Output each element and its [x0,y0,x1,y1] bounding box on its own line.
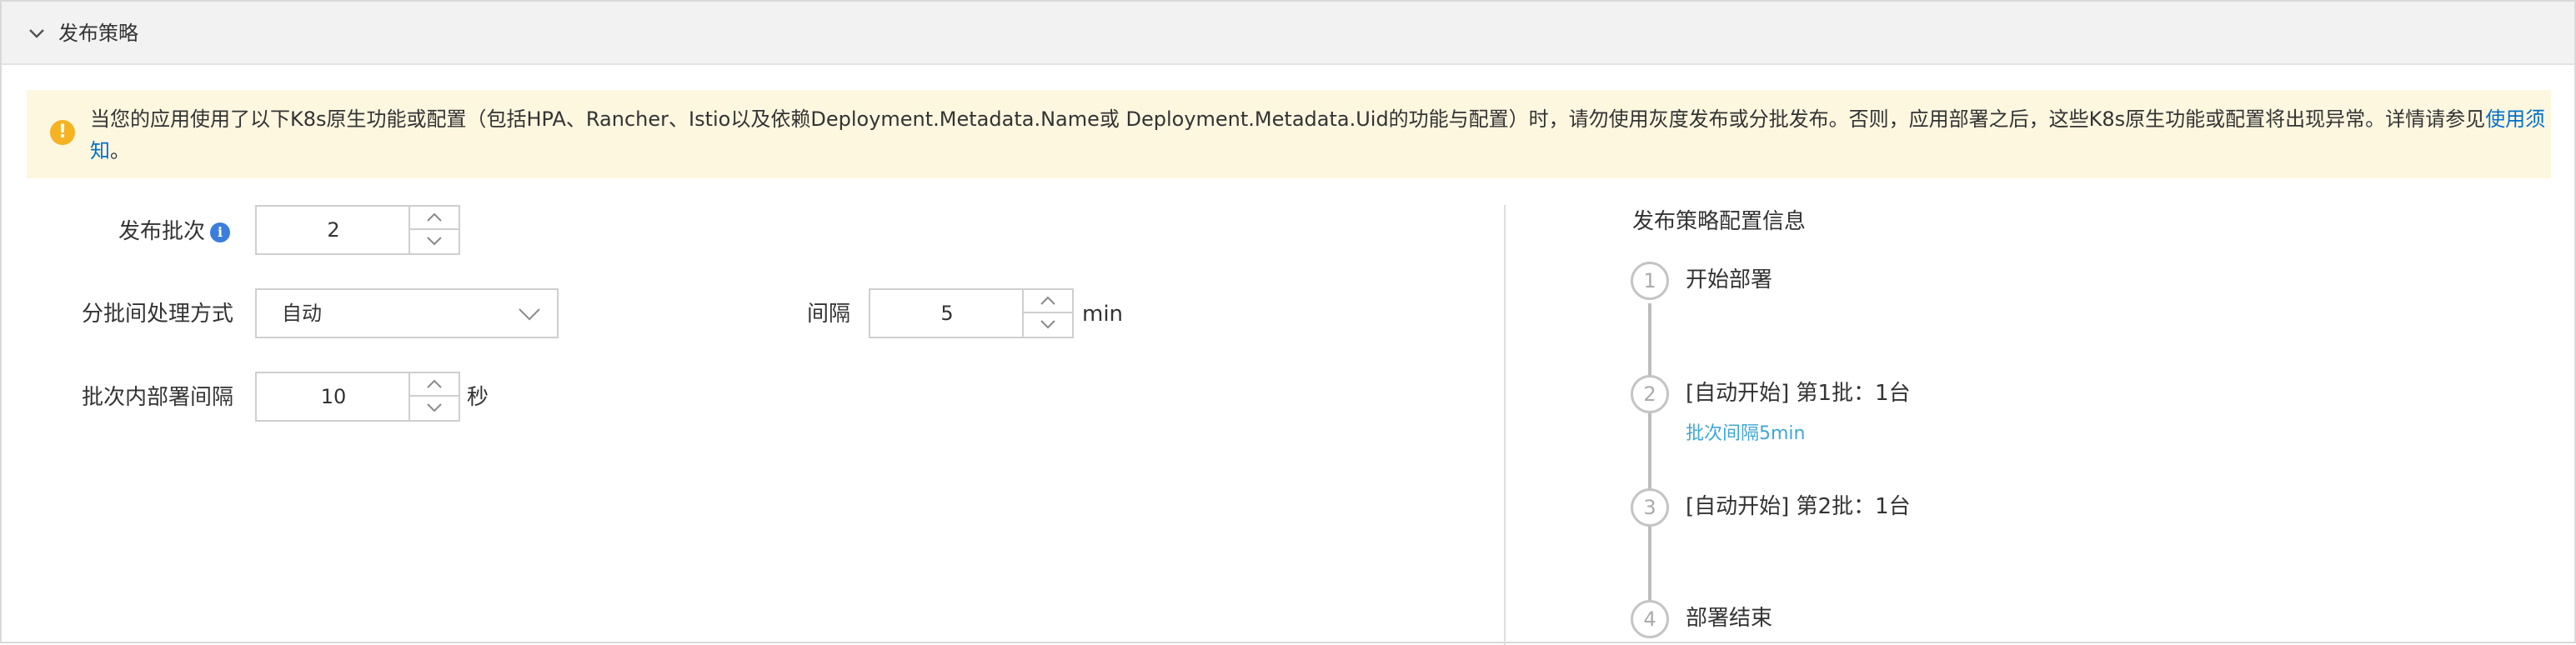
step-number: 1 [1631,262,1669,300]
inner-interval-input[interactable]: 10 [255,372,460,422]
chevron-down-icon[interactable] [27,23,47,43]
batches-label: 发布批次 i [118,217,231,247]
interval-value[interactable]: 5 [870,290,1024,337]
batch-mode-select[interactable]: 自动 [255,288,559,338]
caret-up-icon[interactable] [426,212,443,223]
batch-mode-value[interactable]: 自动 [282,298,322,328]
inner-interval-label: 批次内部署间隔 [82,385,234,410]
strategy-info-title: 发布策略配置信息 [1632,209,1807,234]
step-number: 3 [1631,488,1669,527]
inner-interval-value[interactable]: 10 [257,373,410,420]
caret-up-icon[interactable] [426,378,443,390]
panel-title: 发布策略 [58,22,138,45]
caret-down-icon[interactable] [1040,318,1056,330]
caret-up-icon[interactable] [1040,295,1056,307]
batches-stepper[interactable] [408,207,459,253]
step-sub-label: 批次间隔5min [1686,423,1806,444]
interval-stepper[interactable] [1022,290,1072,337]
warning-notice: ! 当您的应用使用了以下K8s原生功能或配置（包括HPA、Rancher、Ist… [27,90,2551,178]
step-number: 4 [1631,600,1669,638]
notice-end: 。 [110,139,130,162]
batches-increment[interactable] [410,207,459,230]
step-label: 部署结束 [1686,606,1773,631]
batches-input[interactable]: 2 [255,205,460,255]
step-label: [自动开始] 第2批：1台 [1686,494,1911,519]
vertical-divider [1504,205,1506,645]
release-strategy-panel: 发布策略 ! 当您的应用使用了以下K8s原生功能或配置（包括HPA、Ranche… [0,0,2576,645]
timeline-line [1648,303,1651,603]
notice-text: 当您的应用使用了以下K8s原生功能或配置（包括HPA、Rancher、Istio… [90,103,2549,167]
usage-notes-link[interactable]: 使用须 [2485,108,2545,131]
interval-decrement[interactable] [1024,313,1072,337]
interval-unit: min [1082,302,1124,327]
step-number: 2 [1631,375,1669,413]
inner-interval-stepper[interactable] [408,373,459,420]
panel-header[interactable]: 发布策略 [2,2,2574,65]
inner-interval-increment[interactable] [410,373,459,397]
inner-interval-unit: 秒 [467,385,489,410]
batches-decrement[interactable] [410,230,459,253]
usage-notes-link-cont[interactable]: 知 [90,139,110,162]
step-label: 开始部署 [1686,268,1773,292]
interval-label: 间隔 [807,302,851,327]
batches-label-text: 发布批次 [118,219,206,244]
caret-down-icon[interactable] [426,235,443,247]
notice-body: 当您的应用使用了以下K8s原生功能或配置（包括HPA、Rancher、Istio… [90,108,2486,131]
batch-mode-label: 分批间处理方式 [82,302,234,327]
info-icon[interactable]: i [210,222,231,242]
step-label: [自动开始] 第1批：1台 [1686,381,1911,406]
inner-interval-decrement[interactable] [410,397,459,420]
chevron-down-icon[interactable] [517,305,542,323]
batches-value[interactable]: 2 [257,207,410,253]
interval-increment[interactable] [1024,290,1072,313]
caret-down-icon[interactable] [426,402,443,413]
interval-input[interactable]: 5 [869,288,1074,338]
warning-icon: ! [50,120,75,145]
